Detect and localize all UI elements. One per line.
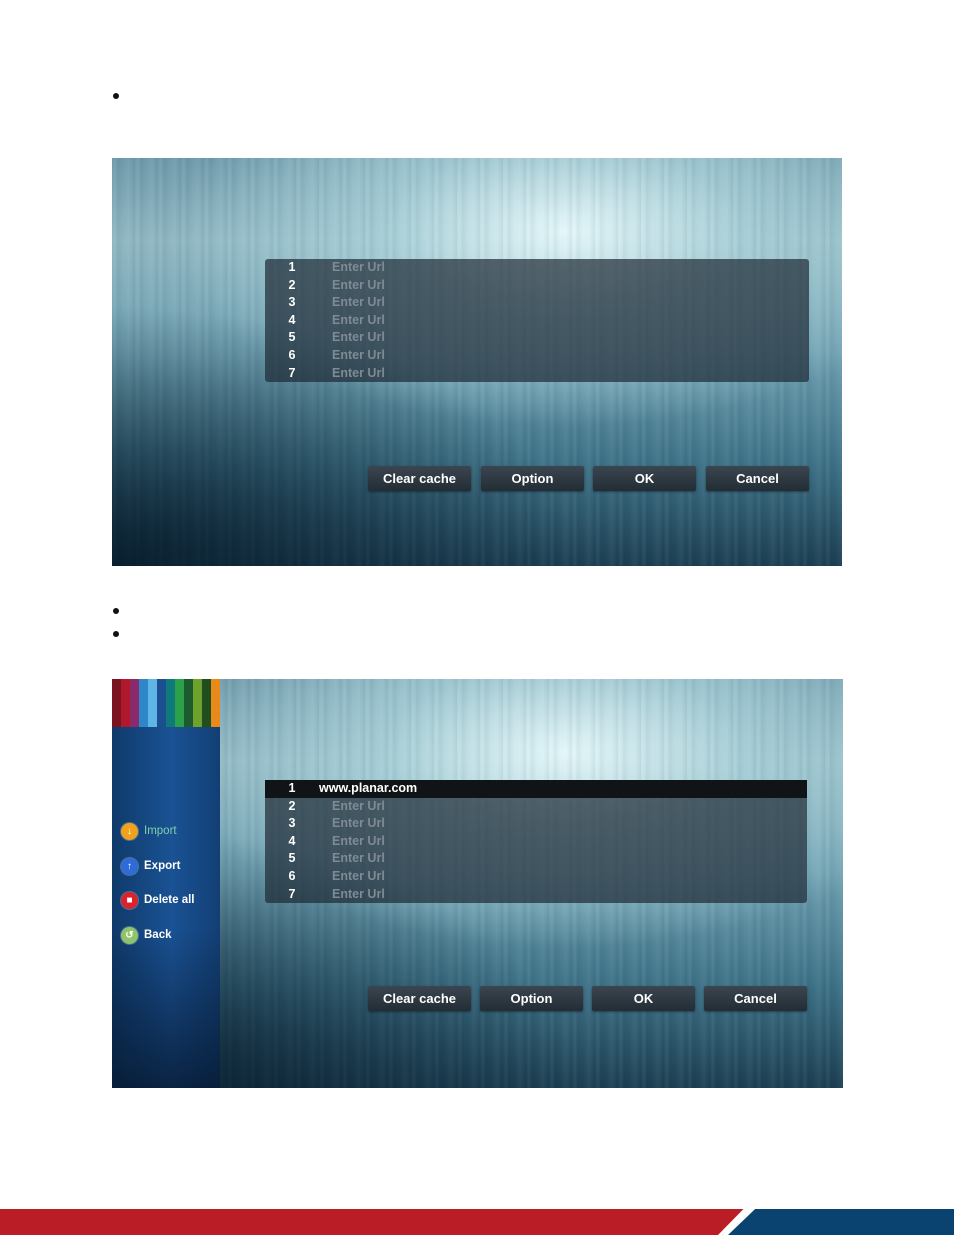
url-placeholder: Enter Url (332, 833, 385, 848)
url-placeholder: Enter Url (332, 886, 385, 901)
url-row[interactable]: 2 Enter Url (265, 798, 807, 816)
row-number: 1 (288, 781, 296, 795)
url-list: 1 www.planar.com 2 Enter Url 3 Enter Url 4 E… (265, 780, 807, 903)
url-row[interactable]: 7 Enter Url (265, 365, 809, 383)
url-placeholder: Enter Url (332, 868, 385, 883)
url-placeholder: Enter Url (332, 330, 385, 345)
sidebar-menu: ↓ Import ↑ Export ■ Delete all ↺ Back (112, 679, 220, 1088)
row-number: 6 (288, 347, 296, 362)
url-row[interactable]: 3 Enter Url (265, 815, 807, 833)
bullet-2 (113, 608, 119, 614)
sidebar-item-label: Export (144, 860, 181, 872)
clear-cache-button[interactable]: Clear cache (368, 466, 471, 491)
row-number: 2 (288, 798, 296, 813)
url-placeholder: Enter Url (332, 347, 385, 362)
url-row[interactable]: 4 Enter Url (265, 833, 807, 851)
url-settings-screenshot-2: ↓ Import ↑ Export ■ Delete all ↺ Back 1 w… (112, 679, 843, 1088)
row-number: 5 (288, 330, 296, 345)
url-placeholder: Enter Url (332, 365, 385, 380)
bullet-1 (113, 93, 119, 99)
url-row[interactable]: 1 Enter Url (265, 259, 809, 277)
footer-blue-band (728, 1209, 954, 1235)
url-placeholder: Enter Url (332, 851, 385, 866)
url-placeholder: Enter Url (332, 277, 385, 292)
url-row[interactable]: 4 Enter Url (265, 312, 809, 330)
url-row[interactable]: 3 Enter Url (265, 294, 809, 312)
ok-button[interactable]: OK (593, 466, 696, 491)
url-placeholder: Enter Url (332, 312, 385, 327)
sidebar-item-label: Back (144, 929, 172, 941)
sidebar-item-back[interactable]: ↺ Back (121, 926, 172, 944)
trash-icon: ■ (121, 891, 138, 909)
upload-icon: ↑ (121, 857, 138, 875)
bullet-3 (113, 631, 119, 637)
sidebar-item-import[interactable]: ↓ Import (121, 822, 177, 840)
row-number: 7 (288, 886, 296, 901)
row-number: 4 (288, 312, 296, 327)
url-row-selected[interactable]: 1 www.planar.com (265, 780, 807, 798)
url-placeholder: Enter Url (332, 295, 385, 310)
download-icon: ↓ (121, 822, 138, 840)
cancel-button[interactable]: Cancel (706, 466, 809, 491)
url-placeholder: Enter Url (332, 798, 385, 813)
url-row[interactable]: 5 Enter Url (265, 850, 807, 868)
url-row[interactable]: 6 Enter Url (265, 347, 809, 365)
url-placeholder: Enter Url (332, 260, 385, 274)
row-number: 4 (288, 833, 296, 848)
url-placeholder: Enter Url (332, 816, 385, 831)
url-row[interactable]: 5 Enter Url (265, 329, 809, 347)
footer-red-band (0, 1209, 745, 1235)
pencils-banner (112, 679, 220, 727)
url-settings-screenshot-1: 1 Enter Url 2 Enter Url 3 Enter Url 4 Enter … (112, 158, 842, 566)
url-row[interactable]: 7 Enter Url (265, 886, 807, 904)
row-number: 3 (288, 816, 296, 831)
row-number: 3 (288, 295, 296, 310)
url-list: 1 Enter Url 2 Enter Url 3 Enter Url 4 Enter … (265, 259, 809, 382)
sidebar-item-export[interactable]: ↑ Export (121, 857, 180, 875)
option-button[interactable]: Option (480, 986, 583, 1011)
cancel-button[interactable]: Cancel (704, 986, 807, 1011)
row-number: 5 (288, 851, 296, 866)
sidebar-item-label: Delete all (144, 894, 195, 906)
url-row[interactable]: 6 Enter Url (265, 868, 807, 886)
url-row[interactable]: 2 Enter Url (265, 277, 809, 295)
clear-cache-button[interactable]: Clear cache (368, 986, 471, 1011)
sidebar-item-label: Import (144, 825, 177, 837)
row-number: 2 (288, 277, 296, 292)
url-value: www.planar.com (319, 781, 418, 795)
row-number: 6 (288, 868, 296, 883)
option-button[interactable]: Option (481, 466, 584, 491)
back-arrow-icon: ↺ (121, 926, 138, 944)
ok-button[interactable]: OK (592, 986, 695, 1011)
sidebar-item-delete-all[interactable]: ■ Delete all (121, 891, 195, 909)
row-number: 1 (288, 260, 296, 274)
row-number: 7 (288, 365, 296, 380)
